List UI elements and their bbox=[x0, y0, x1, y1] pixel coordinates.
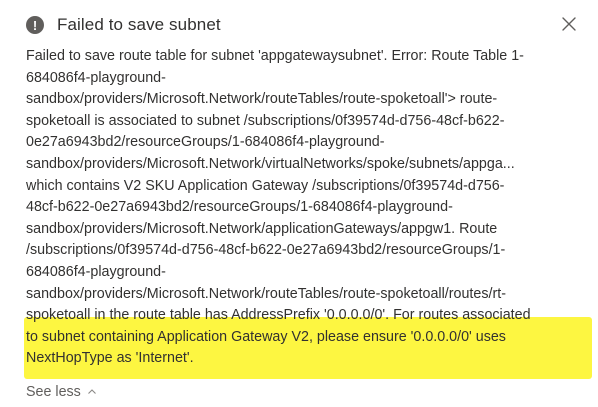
see-less-label: See less bbox=[26, 384, 81, 400]
message-line: sandbox/providers/Microsoft.Network/virt… bbox=[26, 155, 515, 172]
message-line: sandbox/providers/Microsoft.Network/rout… bbox=[26, 285, 506, 302]
message-line: 684086f4-playground- bbox=[26, 69, 166, 86]
close-icon[interactable] bbox=[560, 15, 578, 33]
message-line: spoketoall in the route table has Addres… bbox=[26, 307, 531, 324]
message-line: sandbox/providers/Microsoft.Network/rout… bbox=[26, 91, 498, 108]
message-line: 0e27a6943bd2/resourceGroups/1-684086f4-p… bbox=[26, 134, 385, 151]
message-line: sandbox/providers/Microsoft.Network/appl… bbox=[26, 220, 498, 237]
message-line: 684086f4-playground- bbox=[26, 263, 166, 280]
chevron-up-icon bbox=[87, 389, 96, 394]
message-line: which contains V2 SKU Application Gatewa… bbox=[26, 177, 505, 194]
message-line: to subnet containing Application Gateway… bbox=[26, 328, 506, 345]
notification-title: Failed to save subnet bbox=[57, 15, 221, 34]
notification-message: Failed to save route table for subnet 'a… bbox=[26, 46, 586, 370]
message-line: NextHopType as 'Internet'. bbox=[26, 350, 194, 367]
message-line: spoketoall is associated to subnet /subs… bbox=[26, 112, 505, 129]
notification-panel: ! Failed to save subnet Failed to save r… bbox=[0, 0, 598, 407]
message-line: Failed to save route table for subnet 'a… bbox=[26, 48, 524, 64]
notification-header: ! Failed to save subnet bbox=[26, 12, 588, 38]
message-line: 48cf-b622-0e27a6943bd2/resourceGroups/1-… bbox=[26, 199, 453, 216]
see-less-button[interactable]: See less bbox=[26, 384, 97, 400]
warning-icon: ! bbox=[26, 16, 44, 34]
message-line: /subscriptions/0f39574d-d756-48cf-b622-0… bbox=[26, 242, 506, 259]
